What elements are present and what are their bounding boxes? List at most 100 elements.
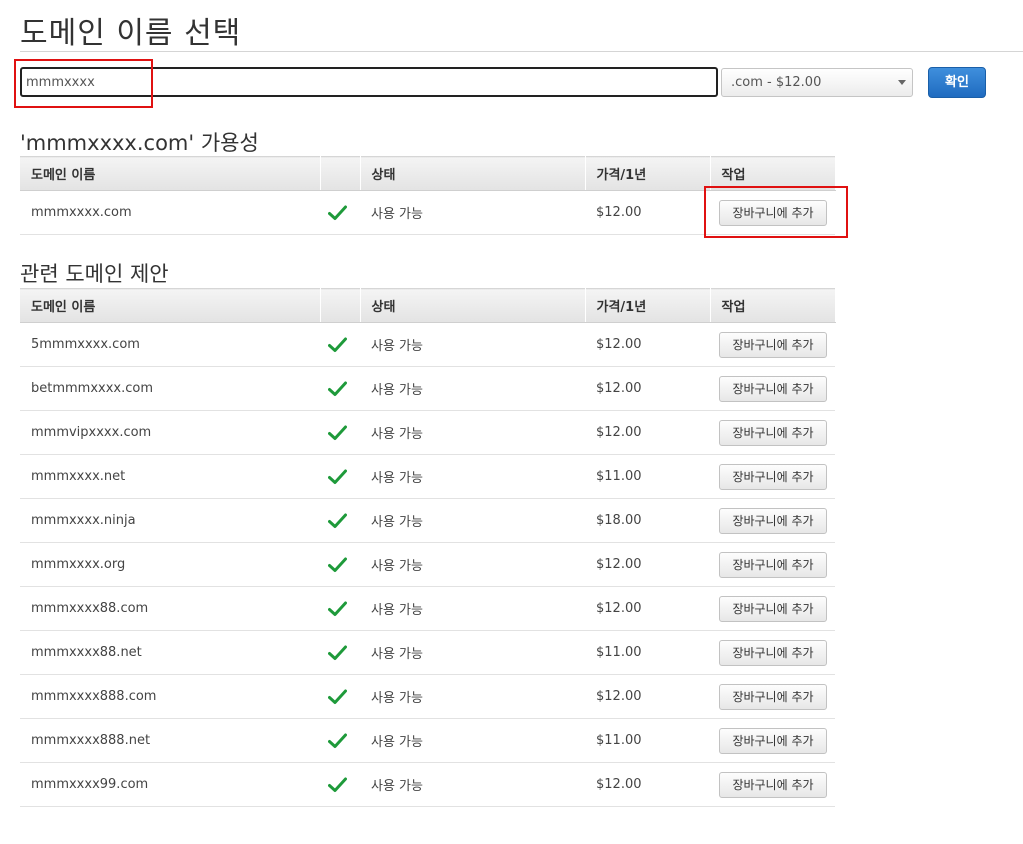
table-row: mmmxxxx.org 사용 가능 $12.00 장바구니에 추가 — [20, 542, 835, 587]
check-icon — [328, 205, 347, 220]
status-icon-cell — [320, 586, 360, 631]
column-header-domain: 도메인 이름 — [20, 156, 321, 191]
check-icon — [328, 777, 347, 792]
action-cell: 장바구니에 추가 — [710, 322, 835, 367]
table-row: mmmxxxx88.net 사용 가능 $11.00 장바구니에 추가 — [20, 630, 835, 675]
status-icon-cell — [320, 322, 360, 367]
domain-name-cell: mmmxxxx.com — [20, 190, 320, 235]
column-header-icon — [320, 156, 361, 191]
add-to-cart-button[interactable]: 장바구니에 추가 — [719, 551, 827, 578]
status-icon-cell — [320, 190, 360, 235]
status-icon-cell — [320, 454, 360, 499]
status-icon-cell — [320, 630, 360, 675]
column-header-price: 가격/1년 — [585, 156, 711, 191]
domain-name-cell: mmmvipxxxx.com — [20, 410, 320, 455]
domain-name-cell: mmmxxxx888.net — [20, 718, 320, 763]
availability-table: 도메인 이름 상태 가격/1년 작업 mmmxxxx.com 사용 가능 $12.0… — [20, 156, 836, 235]
table-row: mmmxxxx88.com 사용 가능 $12.00 장바구니에 추가 — [20, 586, 835, 631]
chevron-down-icon — [898, 80, 906, 85]
domain-name-cell: mmmxxxx88.net — [20, 630, 320, 675]
price-cell: $12.00 — [585, 366, 710, 411]
action-cell: 장바구니에 추가 — [710, 190, 835, 235]
status-icon-cell — [320, 410, 360, 455]
confirm-button[interactable]: 확인 — [928, 67, 986, 98]
table-row: mmmxxxx99.com 사용 가능 $12.00 장바구니에 추가 — [20, 762, 835, 807]
table-header-row: 도메인 이름 상태 가격/1년 작업 — [20, 288, 836, 323]
add-to-cart-button[interactable]: 장바구니에 추가 — [719, 595, 827, 622]
column-header-price: 가격/1년 — [585, 288, 711, 323]
status-cell: 사용 가능 — [360, 542, 585, 587]
domain-name-cell: mmmxxxx.net — [20, 454, 320, 499]
status-cell: 사용 가능 — [360, 630, 585, 675]
status-cell: 사용 가능 — [360, 586, 585, 631]
status-cell: 사용 가능 — [360, 762, 585, 807]
check-icon — [328, 645, 347, 660]
price-cell: $11.00 — [585, 454, 710, 499]
table-row: mmmvipxxxx.com 사용 가능 $12.00 장바구니에 추가 — [20, 410, 835, 455]
price-cell: $18.00 — [585, 498, 710, 543]
price-cell: $12.00 — [585, 410, 710, 455]
table-row: mmmxxxx888.net 사용 가능 $11.00 장바구니에 추가 — [20, 718, 835, 763]
domain-search-input[interactable] — [20, 67, 718, 97]
table-row: betmmmxxxx.com 사용 가능 $12.00 장바구니에 추가 — [20, 366, 835, 411]
status-cell: 사용 가능 — [360, 498, 585, 543]
tld-select[interactable]: .com - $12.00 — [721, 68, 913, 97]
table-row: mmmxxxx.com 사용 가능 $12.00 장바구니에 추가 — [20, 190, 835, 235]
add-to-cart-button[interactable]: 장바구니에 추가 — [719, 375, 827, 402]
price-cell: $12.00 — [585, 674, 710, 719]
suggestions-table: 도메인 이름 상태 가격/1년 작업 5mmmxxxx.com 사용 가능 $12.… — [20, 288, 836, 807]
domain-name-cell: mmmxxxx99.com — [20, 762, 320, 807]
action-cell: 장바구니에 추가 — [710, 586, 835, 631]
add-to-cart-button[interactable]: 장바구니에 추가 — [719, 199, 827, 226]
price-cell: $12.00 — [585, 762, 710, 807]
status-icon-cell — [320, 366, 360, 411]
add-to-cart-button[interactable]: 장바구니에 추가 — [719, 639, 827, 666]
domain-name-cell: mmmxxxx.org — [20, 542, 320, 587]
table-row: mmmxxxx.ninja 사용 가능 $18.00 장바구니에 추가 — [20, 498, 835, 543]
add-to-cart-button[interactable]: 장바구니에 추가 — [719, 331, 827, 358]
status-cell: 사용 가능 — [360, 674, 585, 719]
action-cell: 장바구니에 추가 — [710, 454, 835, 499]
check-icon — [328, 381, 347, 396]
domain-name-cell: mmmxxxx888.com — [20, 674, 320, 719]
action-cell: 장바구니에 추가 — [710, 410, 835, 455]
table-row: mmmxxxx888.com 사용 가능 $12.00 장바구니에 추가 — [20, 674, 835, 719]
action-cell: 장바구니에 추가 — [710, 542, 835, 587]
price-cell: $11.00 — [585, 718, 710, 763]
status-icon-cell — [320, 542, 360, 587]
availability-heading: 'mmmxxxx.com' 가용성 — [20, 131, 259, 155]
price-cell: $12.00 — [585, 322, 710, 367]
add-to-cart-button[interactable]: 장바구니에 추가 — [719, 771, 827, 798]
status-icon-cell — [320, 762, 360, 807]
domain-name-cell: mmmxxxx.ninja — [20, 498, 320, 543]
status-cell: 사용 가능 — [360, 410, 585, 455]
add-to-cart-button[interactable]: 장바구니에 추가 — [719, 419, 827, 446]
add-to-cart-button[interactable]: 장바구니에 추가 — [719, 463, 827, 490]
add-to-cart-button[interactable]: 장바구니에 추가 — [719, 727, 827, 754]
status-cell: 사용 가능 — [360, 366, 585, 411]
add-to-cart-button[interactable]: 장바구니에 추가 — [719, 507, 827, 534]
price-cell: $12.00 — [585, 586, 710, 631]
page-title: 도메인 이름 선택 — [20, 16, 242, 51]
price-cell: $12.00 — [585, 190, 710, 235]
column-header-icon — [320, 288, 361, 323]
action-cell: 장바구니에 추가 — [710, 674, 835, 719]
tld-select-value: .com - $12.00 — [731, 75, 822, 90]
status-cell: 사용 가능 — [360, 718, 585, 763]
title-divider — [20, 51, 1023, 52]
domain-name-cell: 5mmmxxxx.com — [20, 322, 320, 367]
action-cell: 장바구니에 추가 — [710, 630, 835, 675]
status-cell: 사용 가능 — [360, 454, 585, 499]
status-cell: 사용 가능 — [360, 190, 585, 235]
add-to-cart-button[interactable]: 장바구니에 추가 — [719, 683, 827, 710]
column-header-domain: 도메인 이름 — [20, 288, 321, 323]
status-cell: 사용 가능 — [360, 322, 585, 367]
check-icon — [328, 557, 347, 572]
check-icon — [328, 513, 347, 528]
action-cell: 장바구니에 추가 — [710, 498, 835, 543]
suggestions-heading: 관련 도메인 제안 — [20, 262, 169, 286]
table-header-row: 도메인 이름 상태 가격/1년 작업 — [20, 156, 836, 191]
check-icon — [328, 337, 347, 352]
check-icon — [328, 733, 347, 748]
table-row: 5mmmxxxx.com 사용 가능 $12.00 장바구니에 추가 — [20, 322, 835, 367]
